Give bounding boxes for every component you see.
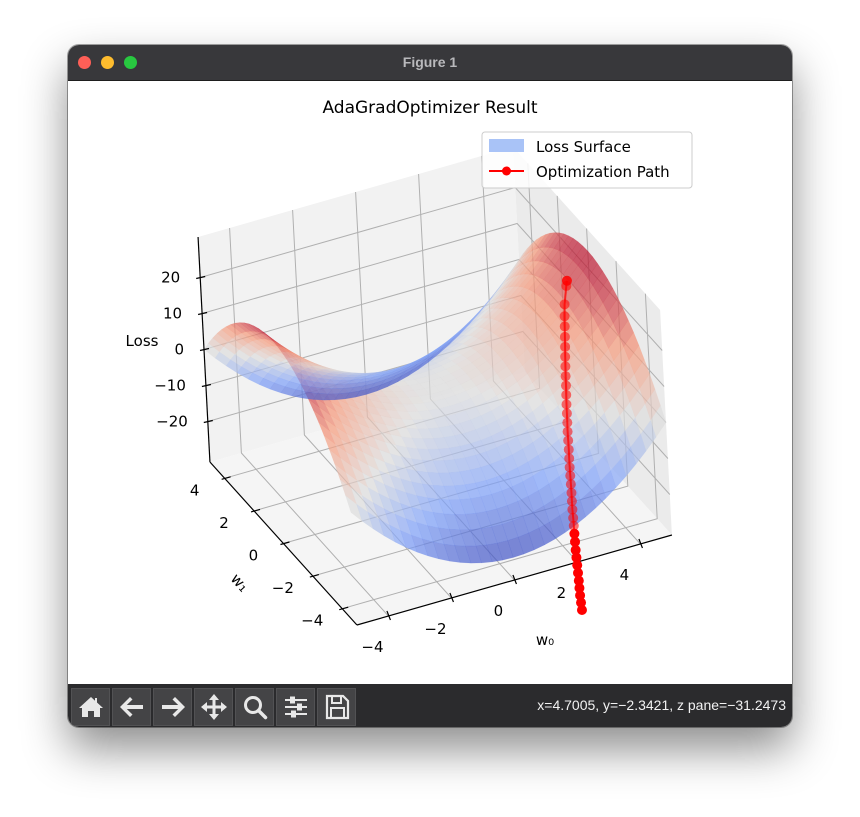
path-point <box>561 280 572 291</box>
title-bar[interactable]: Figure 1 <box>68 45 792 81</box>
w1-tick-label: −4 <box>301 612 323 630</box>
path-point <box>560 341 571 352</box>
w1-tick-label: −2 <box>272 579 294 597</box>
w0-axis-label: w₀ <box>536 631 554 649</box>
path-point <box>559 311 570 322</box>
move-icon <box>200 694 227 720</box>
w1-tick-label: 2 <box>219 514 229 532</box>
pan-button[interactable] <box>194 688 233 726</box>
floppy-disk-icon <box>325 694 349 720</box>
w0-tick-label: 2 <box>557 584 567 602</box>
path-point <box>576 604 587 615</box>
path-point <box>562 417 573 428</box>
path-point <box>564 453 575 464</box>
legend-swatch-path-marker <box>502 166 511 176</box>
legend-label-surface: Loss Surface <box>536 138 631 156</box>
w0-tick-label: −2 <box>424 620 446 638</box>
path-point <box>561 389 572 400</box>
path-point <box>560 351 571 362</box>
arrow-right-icon <box>161 697 185 717</box>
path-point <box>561 399 572 410</box>
path-point <box>562 426 573 437</box>
w0-tick-label: 0 <box>494 602 504 620</box>
w1-tick-label: 4 <box>190 481 200 499</box>
navigation-toolbar: x=4.7005, y=−2.3421, z pane=−31.2473 <box>68 684 792 727</box>
home-button[interactable] <box>71 688 110 726</box>
magnifier-icon <box>243 696 267 720</box>
chart-title: AdaGradOptimizer Result <box>322 98 537 118</box>
z-axis-label: Loss <box>126 332 159 350</box>
path-point <box>560 371 571 382</box>
z-tick-label: 0 <box>174 341 184 359</box>
cursor-coordinates: x=4.7005, y=−2.3421, z pane=−31.2473 <box>537 697 786 713</box>
back-button[interactable] <box>112 688 151 726</box>
path-point <box>561 408 572 419</box>
w1-axis-label: w₁ <box>227 570 253 596</box>
path-point <box>560 380 571 391</box>
path-point <box>560 361 571 372</box>
figure-window: Figure 1 −20 −10 0 10 20 −4 −2 0 2 4 −4 −2 0 2 4 Loss w₁… <box>68 45 792 727</box>
legend-label-path: Optimization Path <box>536 163 670 181</box>
path-point <box>563 435 574 446</box>
sliders-icon <box>284 696 307 718</box>
home-icon <box>78 697 103 717</box>
legend-swatch-surface <box>489 139 524 152</box>
plot-3d[interactable]: −20−1001020−4−2024−4−2024Lossw₁w₀ AdaGra… <box>68 81 792 684</box>
path-point <box>563 444 574 455</box>
w0-tick-label: −4 <box>361 638 383 656</box>
forward-button[interactable] <box>153 688 192 726</box>
z-tick-label: 20 <box>161 269 180 287</box>
path-point <box>559 321 570 332</box>
path-point <box>559 299 570 310</box>
z-tick-label: 10 <box>163 305 182 323</box>
figure-canvas[interactable]: −20 −10 0 10 20 −4 −2 0 2 4 −4 −2 0 2 4 Loss w₁ w₀ AdaGra… <box>68 81 792 684</box>
path-point <box>559 331 570 342</box>
save-button[interactable] <box>317 688 356 726</box>
configure-subplots-button[interactable] <box>276 688 315 726</box>
legend: Loss Surface Optimization Path <box>481 131 693 189</box>
z-tick-label: −10 <box>154 377 186 395</box>
z-tick-label: −20 <box>156 413 188 431</box>
path-point <box>565 470 576 481</box>
w0-tick-label: 4 <box>620 566 630 584</box>
zoom-button[interactable] <box>235 688 274 726</box>
w1-tick-label: 0 <box>249 547 259 565</box>
window-title: Figure 1 <box>402 54 458 70</box>
arrow-left-icon <box>119 697 143 717</box>
path-point <box>565 479 576 490</box>
